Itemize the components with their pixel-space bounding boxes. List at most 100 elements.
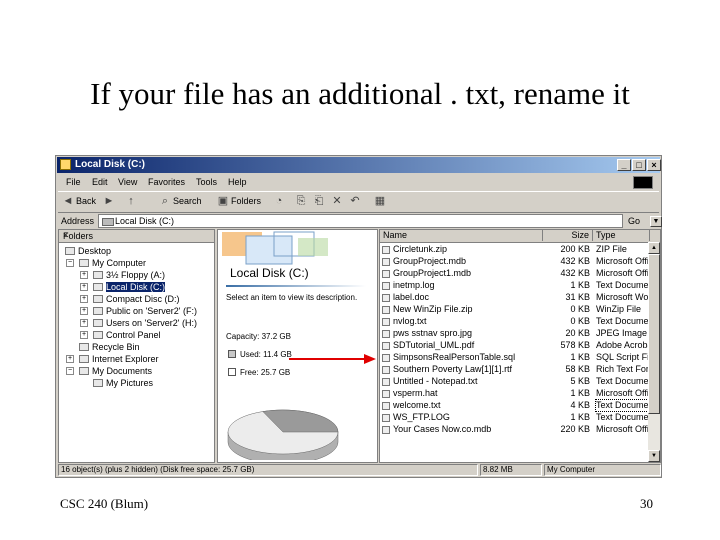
- tree-item-users-share[interactable]: + Users on 'Server2' (H:): [80, 318, 197, 329]
- address-input[interactable]: Local Disk (C:) ▼: [98, 214, 662, 228]
- file-row[interactable]: Your Cases Now.co.mdb 220 KB Microsoft Off…: [380, 424, 660, 435]
- file-row[interactable]: Untitled - Notepad.txt 5 KB Text Document: [380, 376, 660, 387]
- explorer-window: Local Disk (C:) _ □ × File Edit View Fav…: [55, 155, 662, 478]
- file-row[interactable]: Southern Poverty Law[1][1].rtf 58 KB Rich …: [380, 364, 660, 375]
- file-name: WS_FTP.LOG: [393, 412, 450, 422]
- file-row[interactable]: nvlog.txt 0 KB Text Document: [380, 316, 660, 327]
- file-icon: [382, 246, 390, 254]
- scroll-up-icon[interactable]: ▲: [648, 242, 660, 254]
- footer-course: CSC 240 (Blum): [60, 496, 149, 511]
- file-row[interactable]: New WinZip File.zip 0 KB WinZip File: [380, 304, 660, 315]
- folders-button[interactable]: Folders: [231, 196, 261, 206]
- tree-item-control-panel[interactable]: + Control Panel: [80, 330, 161, 341]
- scroll-thumb[interactable]: [648, 254, 660, 414]
- back-arrow-icon[interactable]: ◄: [61, 195, 75, 208]
- file-row[interactable]: label.doc 31 KB Microsoft Word: [380, 292, 660, 303]
- copy-to-icon[interactable]: ⎗: [312, 195, 326, 208]
- file-icon: [382, 330, 390, 338]
- file-row[interactable]: inetmp.log 1 KB Text Document: [380, 280, 660, 291]
- window-titlebar[interactable]: Local Disk (C:) _ □ ×: [57, 157, 661, 173]
- undo-icon[interactable]: ↶: [348, 195, 362, 208]
- file-size: 4 KB: [570, 400, 590, 410]
- menu-favorites[interactable]: Favorites: [148, 177, 185, 187]
- close-button[interactable]: ×: [647, 159, 661, 171]
- file-size: 5 KB: [570, 376, 590, 386]
- search-button[interactable]: Search: [173, 196, 202, 206]
- history-icon[interactable]: ◔: [272, 195, 286, 208]
- menu-help[interactable]: Help: [228, 177, 247, 187]
- address-bar: Address Local Disk (C:) ▼ Go: [58, 212, 662, 230]
- file-name: SDTutorial_UML.pdf: [393, 340, 475, 350]
- file-name: label.doc: [393, 292, 430, 302]
- go-button[interactable]: Go: [628, 216, 640, 226]
- delete-icon[interactable]: ✕: [330, 195, 344, 208]
- disk-usage-pie: [227, 409, 339, 460]
- file-type: Text Document: [596, 376, 648, 386]
- file-list-header: Name Size Type: [380, 230, 660, 243]
- file-row[interactable]: welcome.txt 4 KB Text Document: [380, 399, 660, 412]
- column-type[interactable]: Type: [593, 230, 650, 241]
- file-icon: [382, 354, 390, 362]
- tree-item-floppy[interactable]: +3½ Floppy (A:): [80, 270, 165, 281]
- file-type: Rich Text Format: [596, 364, 648, 374]
- maximize-button[interactable]: □: [632, 159, 646, 171]
- close-icon[interactable]: ×: [63, 230, 211, 240]
- file-row[interactable]: WS_FTP.LOG 1 KB Text Document: [380, 412, 660, 423]
- file-name: GroupProject1.mdb: [393, 268, 472, 278]
- vertical-scrollbar[interactable]: ▲ ▼: [648, 242, 660, 462]
- up-folder-icon[interactable]: ↑: [124, 195, 138, 208]
- file-row[interactable]: GroupProject1.mdb 432 KB Microsoft Office: [380, 268, 660, 279]
- file-name: GroupProject.mdb: [393, 256, 467, 266]
- tree-item-public-share[interactable]: + Public on 'Server2' (F:): [80, 306, 197, 317]
- file-row[interactable]: Circletunk.zip 200 KB ZIP File: [380, 244, 660, 255]
- menu-tools[interactable]: Tools: [196, 177, 217, 187]
- tree-item-local-disk[interactable]: + Local Disk (C:): [80, 282, 166, 293]
- file-icon: [382, 378, 390, 386]
- file-type: Microsoft Office: [596, 424, 648, 434]
- used-swatch: [228, 350, 236, 358]
- forward-arrow-icon[interactable]: ►: [102, 195, 116, 208]
- file-row[interactable]: SimpsonsRealPersonTable.sql 1 KB SQL Scrip…: [380, 352, 660, 363]
- file-size: 0 KB: [570, 316, 590, 326]
- menu-edit[interactable]: Edit: [92, 177, 108, 187]
- file-name: nvlog.txt: [393, 316, 427, 326]
- views-icon[interactable]: ▦: [373, 195, 387, 208]
- chevron-down-icon[interactable]: ▼: [650, 216, 662, 227]
- file-row[interactable]: vsperm.hat 1 KB Microsoft Office: [380, 388, 660, 399]
- search-icon[interactable]: ⌕: [158, 195, 172, 208]
- file-row[interactable]: SDTutorial_UML.pdf 578 KB Adobe Acrobat: [380, 340, 660, 351]
- file-type: Microsoft Office: [596, 256, 648, 266]
- file-type: JPEG Image: [596, 328, 648, 338]
- status-size: 8.82 MB: [480, 464, 542, 476]
- menu-file[interactable]: File: [66, 177, 81, 187]
- file-size: 220 KB: [560, 424, 590, 434]
- tree-item-my-pictures[interactable]: My Pictures: [93, 378, 153, 389]
- folders-icon[interactable]: ▣: [216, 195, 230, 208]
- tree-item-internet-explorer[interactable]: + Internet Explorer: [66, 354, 159, 365]
- column-size[interactable]: Size: [543, 230, 593, 241]
- file-name: SimpsonsRealPersonTable.sql: [393, 352, 516, 362]
- minimize-button[interactable]: _: [617, 159, 631, 171]
- file-type: Microsoft Office: [596, 268, 648, 278]
- file-row[interactable]: pws sstnav spro.jpg 20 KB JPEG Image: [380, 328, 660, 339]
- back-button[interactable]: Back: [76, 196, 96, 206]
- file-type: Microsoft Office: [596, 388, 648, 398]
- file-size: 432 KB: [560, 268, 590, 278]
- tree-item-compact-disc[interactable]: + Compact Disc (D:): [80, 294, 180, 305]
- file-type: Text Document: [596, 280, 648, 290]
- scroll-down-icon[interactable]: ▼: [648, 450, 660, 462]
- tree-item-my-documents[interactable]: − My Documents: [66, 366, 152, 377]
- tree-item-desktop[interactable]: Desktop: [65, 246, 111, 257]
- tree-item-my-computer[interactable]: − My Computer: [66, 258, 146, 269]
- file-row[interactable]: GroupProject.mdb 432 KB Microsoft Office: [380, 256, 660, 267]
- file-type: Text Document: [596, 316, 648, 326]
- status-bar: 16 object(s) (plus 2 hidden) (Disk free …: [58, 464, 661, 476]
- menu-view[interactable]: View: [118, 177, 137, 187]
- column-name[interactable]: Name: [380, 230, 543, 241]
- tree-item-recycle-bin[interactable]: Recycle Bin: [79, 342, 140, 353]
- item-description: Select an item to view its description.: [226, 293, 358, 302]
- window-title: Local Disk (C:): [75, 159, 146, 170]
- move-to-icon[interactable]: ⎘: [294, 195, 308, 208]
- file-size: 1 KB: [570, 352, 590, 362]
- address-label: Address: [61, 216, 95, 226]
